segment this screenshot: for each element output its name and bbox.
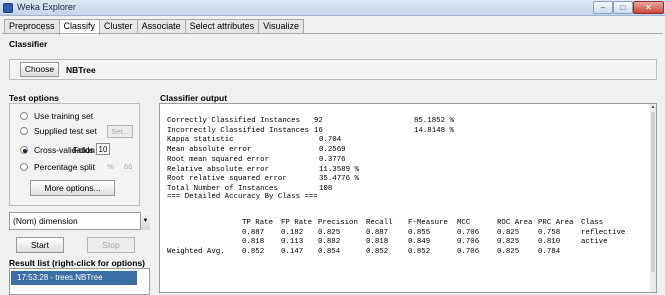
accuracy-cell: 0.887: [366, 228, 389, 237]
main-tabs: Preprocess Classify Cluster Associate Select…: [4, 19, 304, 35]
accuracy-column-header: Precision: [318, 219, 358, 227]
result-list-item[interactable]: 17:53:28 - trees.NBTree: [11, 271, 137, 285]
accuracy-cell: 0.825: [497, 238, 520, 247]
accuracy-column-header: PRC Area: [538, 219, 574, 227]
accuracy-cell: 0.758: [538, 228, 561, 237]
summary-stat-name: Root relative squared error: [167, 175, 287, 184]
accuracy-cell: 0.849: [408, 238, 431, 247]
summary-stat-name: Relative absolute error: [167, 165, 270, 174]
summary-stat-value: 108: [319, 184, 333, 193]
window-title: Weka Explorer: [17, 2, 76, 12]
use-training-set-label: Use training set: [34, 111, 94, 121]
accuracy-cell: 0.706: [457, 248, 480, 257]
more-options-button[interactable]: More options...: [30, 180, 115, 196]
classifier-name[interactable]: NBTree: [66, 65, 96, 75]
accuracy-cell: 0.855: [408, 228, 431, 237]
weka-app-icon: [3, 3, 13, 13]
cross-validation-radio[interactable]: [20, 146, 28, 154]
accuracy-cell: reflective: [581, 228, 626, 237]
tab-associate[interactable]: Associate: [136, 19, 186, 34]
classifier-section-label: Classifier: [9, 39, 48, 49]
minimize-button[interactable]: –: [593, 1, 613, 14]
accuracy-column-header: Recall: [366, 219, 393, 227]
accuracy-cell: 0.882: [318, 238, 341, 247]
accuracy-column-header: Class: [581, 219, 604, 227]
title-bar: [0, 0, 665, 16]
supplied-test-set-radio[interactable]: [20, 127, 28, 135]
tab-visualize[interactable]: Visualize: [258, 19, 304, 34]
accuracy-cell: 0.113: [281, 238, 304, 247]
folds-label: Folds: [73, 145, 94, 155]
accuracy-column-header: MCC: [457, 219, 471, 227]
accuracy-row-label: Weighted Avg.: [167, 248, 225, 257]
summary-stat-value: 35.4776 %: [319, 175, 359, 184]
close-button[interactable]: ✕: [633, 1, 664, 14]
summary-stat-value: 0.704: [319, 136, 342, 145]
tab-preprocess[interactable]: Preprocess: [4, 19, 60, 34]
summary-stat-name: Incorrectly Classified Instances: [167, 126, 309, 135]
accuracy-cell: 0.706: [457, 238, 480, 247]
set-test-file-button[interactable]: Set...: [107, 125, 133, 138]
class-attribute-value: (Nom) dimension: [13, 216, 78, 226]
scroll-up-icon[interactable]: ▲: [650, 104, 656, 110]
accuracy-cell: 0.825: [318, 228, 341, 237]
result-list-label: Result list (right-click for options): [9, 258, 146, 268]
accuracy-column-header: F-Measure: [408, 219, 448, 227]
tab-cluster[interactable]: Cluster: [99, 19, 138, 34]
summary-stat-value: 0.3776: [319, 155, 346, 164]
accuracy-cell: 0.854: [318, 248, 341, 257]
percentage-split-radio[interactable]: [20, 163, 28, 171]
accuracy-cell: 0.852: [408, 248, 431, 257]
percentage-input[interactable]: 66: [124, 162, 132, 171]
supplied-test-set-label: Supplied test set: [34, 126, 97, 136]
accuracy-cell: 0.818: [366, 238, 389, 247]
tab-divider: [2, 33, 663, 34]
percent-symbol: %: [107, 162, 114, 171]
choose-classifier-button[interactable]: Choose: [20, 62, 59, 77]
accuracy-cell: 0.825: [497, 228, 520, 237]
percentage-split-label: Percentage split: [34, 162, 95, 172]
test-options-label: Test options: [9, 93, 59, 103]
start-button[interactable]: Start: [16, 237, 64, 253]
summary-stat-percent: 14.8148 %: [414, 126, 454, 135]
summary-stat-value: 92: [314, 117, 323, 125]
folds-input[interactable]: 10: [96, 143, 110, 155]
accuracy-column-header: ROC Area: [497, 219, 533, 227]
tab-select-attributes[interactable]: Select attributes: [184, 19, 260, 34]
summary-stat-value: 11.3589 %: [319, 165, 359, 174]
summary-stat-name: Root mean squared error: [167, 155, 270, 164]
accuracy-column-header: FP Rate: [281, 219, 313, 227]
accuracy-cell: 0.147: [281, 248, 304, 257]
summary-stat-name: Mean absolute error: [167, 146, 252, 155]
accuracy-heading: === Detailed Accuracy By Class ===: [167, 193, 318, 201]
classifier-output-label: Classifier output: [160, 93, 228, 103]
accuracy-cell: 0.818: [242, 238, 265, 247]
accuracy-column-header: TP Rate: [242, 219, 274, 227]
chevron-down-icon[interactable]: ▼: [140, 212, 150, 230]
summary-stat-name: Kappa statistic: [167, 136, 234, 145]
summary-stat-value: 16: [314, 126, 323, 135]
accuracy-cell: 0.825: [497, 248, 520, 257]
accuracy-cell: 0.852: [242, 248, 265, 257]
accuracy-cell: 0.887: [242, 228, 265, 237]
output-scrollbar-thumb[interactable]: [651, 112, 655, 272]
stop-button[interactable]: Stop: [87, 237, 135, 253]
summary-stat-percent: 85.1852 %: [414, 117, 454, 125]
accuracy-cell: 0.182: [281, 228, 304, 237]
accuracy-cell: 0.706: [457, 228, 480, 237]
accuracy-cell: active: [581, 238, 608, 247]
summary-stat-name: Correctly Classified Instances: [167, 117, 301, 125]
accuracy-cell: 0.784: [538, 248, 561, 257]
accuracy-cell: 0.810: [538, 238, 561, 247]
summary-stat-value: 0.2569: [319, 146, 346, 155]
classifier-panel: [9, 59, 657, 80]
maximize-button[interactable]: □: [613, 1, 633, 14]
accuracy-cell: 0.852: [366, 248, 389, 257]
use-training-set-radio[interactable]: [20, 112, 28, 120]
